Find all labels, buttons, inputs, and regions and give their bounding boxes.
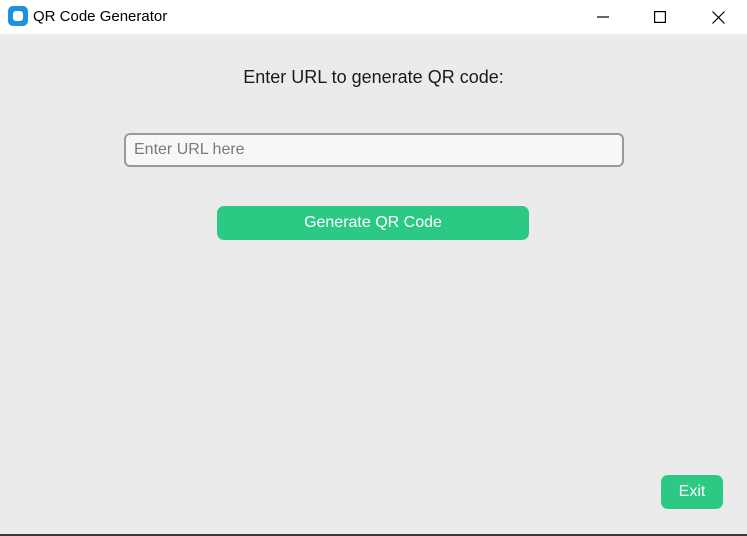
generate-qr-button[interactable]: Generate QR Code bbox=[217, 206, 529, 240]
close-icon bbox=[711, 10, 725, 24]
app-icon bbox=[8, 6, 28, 26]
close-button[interactable] bbox=[689, 0, 747, 34]
window-title: QR Code Generator bbox=[33, 8, 168, 25]
maximize-button[interactable] bbox=[631, 0, 689, 34]
maximize-icon bbox=[654, 11, 666, 23]
minimize-button[interactable] bbox=[574, 0, 632, 34]
minimize-icon bbox=[597, 16, 609, 18]
prompt-label: Enter URL to generate QR code: bbox=[243, 67, 504, 87]
exit-button[interactable]: Exit bbox=[661, 475, 723, 509]
title-bar: QR Code Generator bbox=[0, 0, 747, 34]
url-input[interactable] bbox=[124, 133, 624, 167]
